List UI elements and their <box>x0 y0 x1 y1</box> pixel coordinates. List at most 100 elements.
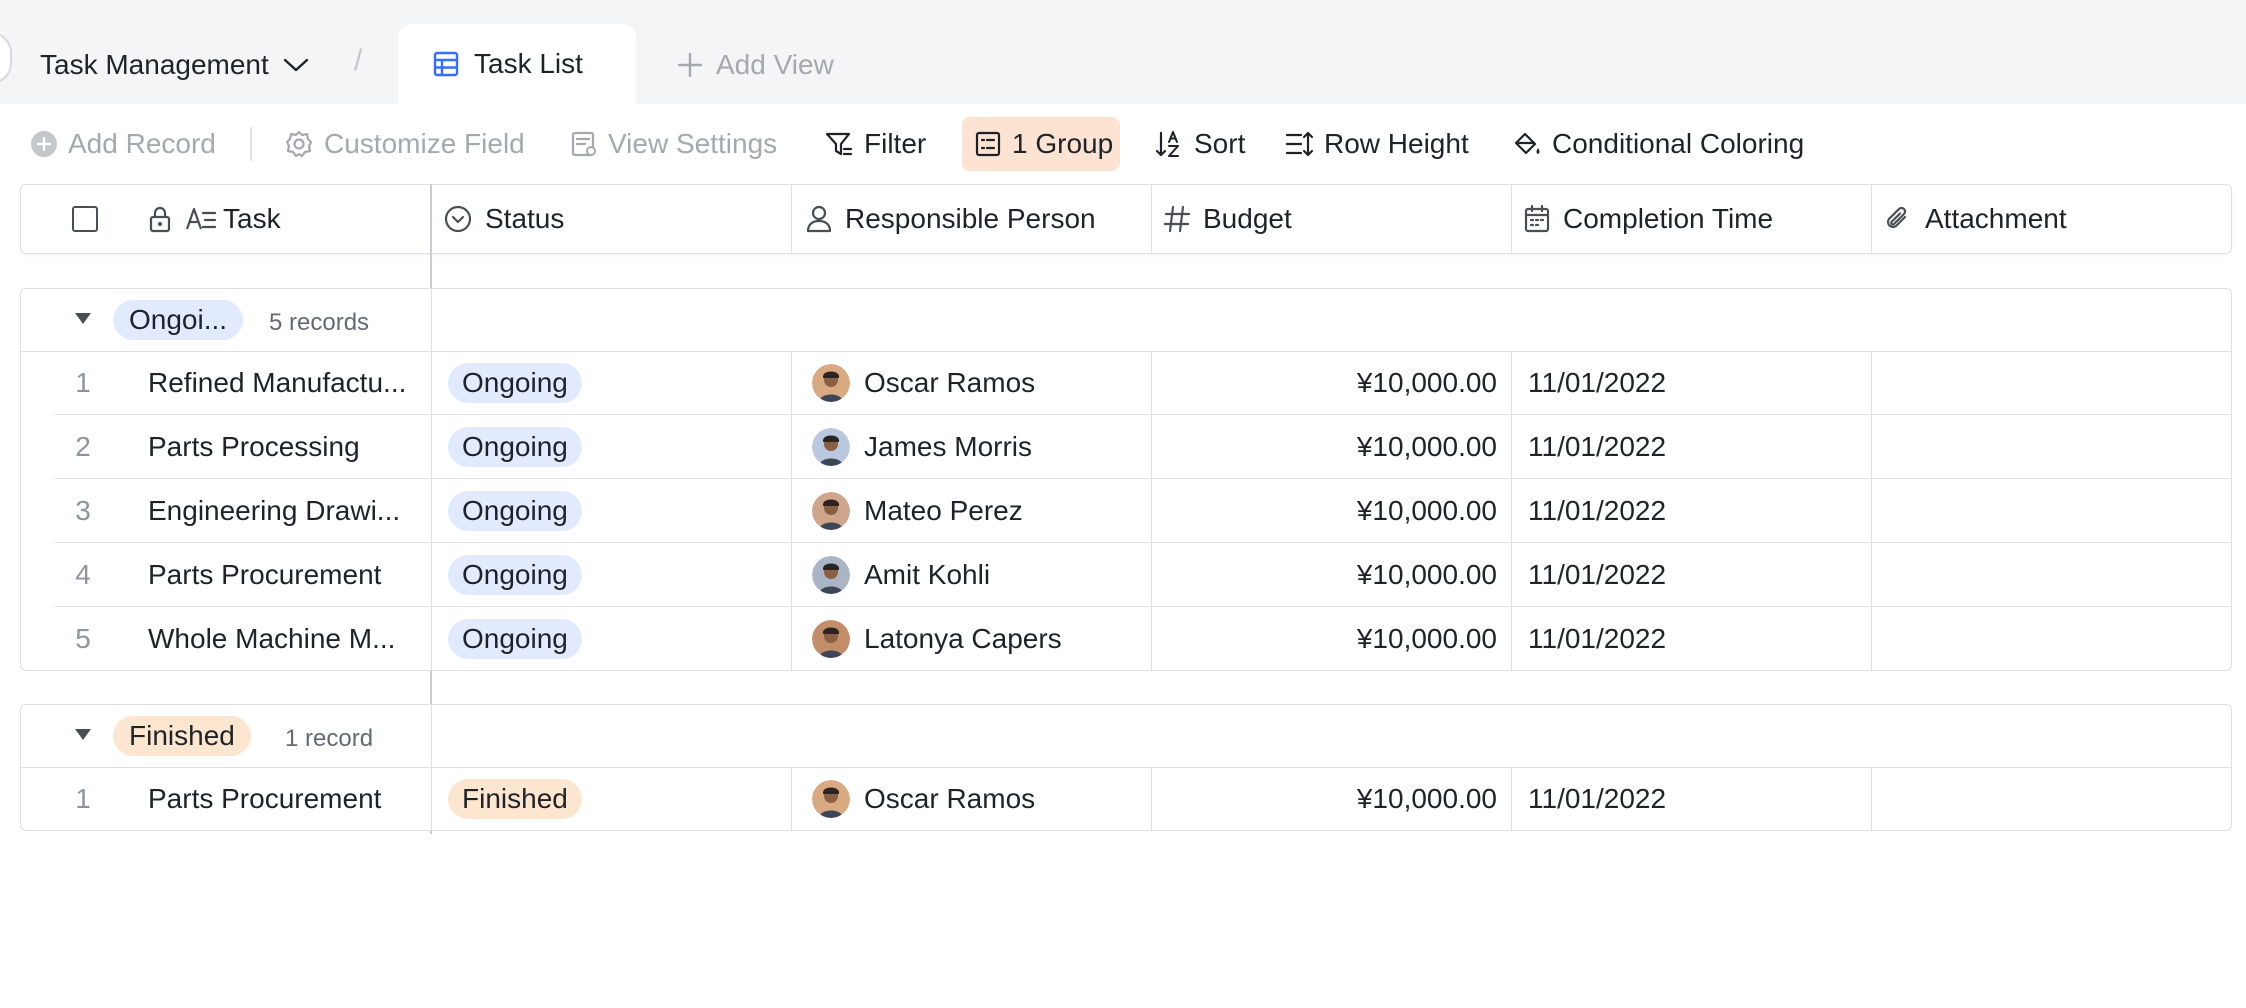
attachment-cell[interactable] <box>1872 415 2232 479</box>
row-index: 1 <box>75 367 91 398</box>
task-cell[interactable]: Refined Manufactu... <box>148 351 438 415</box>
column-header-task[interactable]: Task <box>147 185 281 253</box>
row-index: 3 <box>75 495 91 526</box>
collapse-sidebar-button[interactable] <box>0 32 12 84</box>
column-divider <box>431 705 432 767</box>
task-cell[interactable]: Engineering Drawi... <box>148 479 438 543</box>
add-view-button[interactable]: Add View <box>676 44 834 86</box>
budget-cell[interactable]: ¥10,000.00 <box>1161 767 1497 831</box>
status-cell[interactable]: Ongoing <box>448 607 778 671</box>
status-tag: Ongoing <box>448 491 582 531</box>
sort-button[interactable]: Sort <box>1154 122 1245 166</box>
column-divider <box>1151 185 1152 253</box>
column-divider <box>791 415 792 479</box>
budget-cell[interactable]: ¥10,000.00 <box>1161 351 1497 415</box>
column-divider <box>1511 767 1512 831</box>
person-cell[interactable]: Latonya Capers <box>812 607 1142 671</box>
tab-task-list[interactable]: Task List <box>398 24 636 104</box>
view-settings-button[interactable]: View Settings <box>570 122 777 166</box>
person-name: Oscar Ramos <box>864 367 1036 398</box>
completion-time-cell[interactable]: 11/01/2022 <box>1528 415 1858 479</box>
status-cell[interactable]: Ongoing <box>448 351 778 415</box>
attachment-cell[interactable] <box>1872 479 2232 543</box>
select-all-checkbox[interactable] <box>71 185 99 253</box>
customize-field-button[interactable]: Customize Field <box>284 122 525 166</box>
column-divider <box>1871 185 1872 253</box>
status-cell[interactable]: Finished <box>448 767 778 831</box>
budget-cell[interactable]: ¥10,000.00 <box>1161 415 1497 479</box>
person-cell[interactable]: Oscar Ramos <box>812 767 1142 831</box>
table-row[interactable]: 2 Parts Processing Ongoing James Morris … <box>21 415 2231 479</box>
column-header-budget[interactable]: Budget <box>1163 185 1292 253</box>
person-cell[interactable]: James Morris <box>812 415 1142 479</box>
add-record-button[interactable]: Add Record <box>30 122 216 166</box>
sort-label: Sort <box>1194 128 1246 159</box>
column-header-completion[interactable]: Completion Time <box>1523 185 1773 253</box>
avatar <box>812 620 850 658</box>
gear-icon <box>285 130 313 158</box>
column-header-person[interactable]: Responsible Person <box>805 185 1096 253</box>
person-cell[interactable]: Mateo Perez <box>812 479 1142 543</box>
group-tag: Finished <box>113 716 251 756</box>
column-divider <box>1151 479 1152 543</box>
column-divider <box>1151 607 1152 671</box>
person-cell[interactable]: Oscar Ramos <box>812 351 1142 415</box>
column-divider <box>431 479 432 543</box>
avatar <box>812 556 850 594</box>
column-divider <box>431 289 432 351</box>
completion-time-cell[interactable]: 11/01/2022 <box>1528 351 1858 415</box>
collapse-caret-icon[interactable] <box>75 729 91 740</box>
budget-cell[interactable]: ¥10,000.00 <box>1161 479 1497 543</box>
group-button[interactable]: 1 Group <box>962 117 1120 171</box>
status-tag: Ongoing <box>448 427 582 467</box>
person-name: Amit Kohli <box>864 559 991 590</box>
status-cell[interactable]: Ongoing <box>448 479 778 543</box>
completion-time-cell[interactable]: 11/01/2022 <box>1528 543 1858 607</box>
group-header[interactable]: Ongoi... 5 records <box>21 289 2231 352</box>
person-cell[interactable]: Amit Kohli <box>812 543 1142 607</box>
budget-cell[interactable]: ¥10,000.00 <box>1161 543 1497 607</box>
avatar <box>812 492 850 530</box>
person-icon <box>806 205 832 233</box>
table-row[interactable]: 4 Parts Procurement Ongoing Amit Kohli ¥… <box>21 543 2231 607</box>
column-divider <box>1151 543 1152 607</box>
row-index: 1 <box>75 783 91 814</box>
completion-time-cell[interactable]: 11/01/2022 <box>1528 607 1858 671</box>
budget-cell[interactable]: ¥10,000.00 <box>1161 607 1497 671</box>
column-header-attachment[interactable]: Attachment <box>1883 185 2067 253</box>
filter-button[interactable]: Filter <box>824 122 926 166</box>
table-row[interactable]: 1 Parts Procurement Finished Oscar Ramos… <box>21 767 2231 831</box>
attachment-cell[interactable] <box>1872 351 2232 415</box>
table-selector[interactable]: Task Management <box>40 40 309 90</box>
column-divider <box>1511 415 1512 479</box>
group-header[interactable]: Finished 1 record <box>21 705 2231 768</box>
attachment-cell[interactable] <box>1872 767 2232 831</box>
task-cell[interactable]: Whole Machine M... <box>148 607 438 671</box>
task-cell[interactable]: Parts Procurement <box>148 543 438 607</box>
column-divider <box>1511 543 1512 607</box>
sort-icon <box>1155 131 1179 157</box>
completion-time-cell[interactable]: 11/01/2022 <box>1528 767 1858 831</box>
avatar <box>812 428 850 466</box>
column-divider <box>791 185 792 253</box>
chevron-down-icon <box>283 58 308 72</box>
lock-icon <box>149 206 171 233</box>
filter-label: Filter <box>864 128 927 159</box>
status-cell[interactable]: Ongoing <box>448 543 778 607</box>
attachment-cell[interactable] <box>1872 543 2232 607</box>
row-height-button[interactable]: Row Height <box>1284 122 1469 166</box>
attachment-cell[interactable] <box>1872 607 2232 671</box>
task-cell[interactable]: Parts Processing <box>148 415 438 479</box>
collapse-caret-icon[interactable] <box>75 313 91 324</box>
table-row[interactable]: 5 Whole Machine M... Ongoing Latonya Cap… <box>21 607 2231 671</box>
number-icon <box>1163 205 1191 233</box>
column-label-person: Responsible Person <box>845 203 1096 234</box>
column-divider <box>431 543 432 607</box>
table-row[interactable]: 3 Engineering Drawi... Ongoing Mateo Per… <box>21 479 2231 543</box>
table-row[interactable]: 1 Refined Manufactu... Ongoing Oscar Ram… <box>21 351 2231 415</box>
column-header-status[interactable]: Status <box>443 185 564 253</box>
conditional-coloring-button[interactable]: Conditional Coloring <box>1512 122 1804 166</box>
status-cell[interactable]: Ongoing <box>448 415 778 479</box>
task-cell[interactable]: Parts Procurement <box>148 767 438 831</box>
completion-time-cell[interactable]: 11/01/2022 <box>1528 479 1858 543</box>
